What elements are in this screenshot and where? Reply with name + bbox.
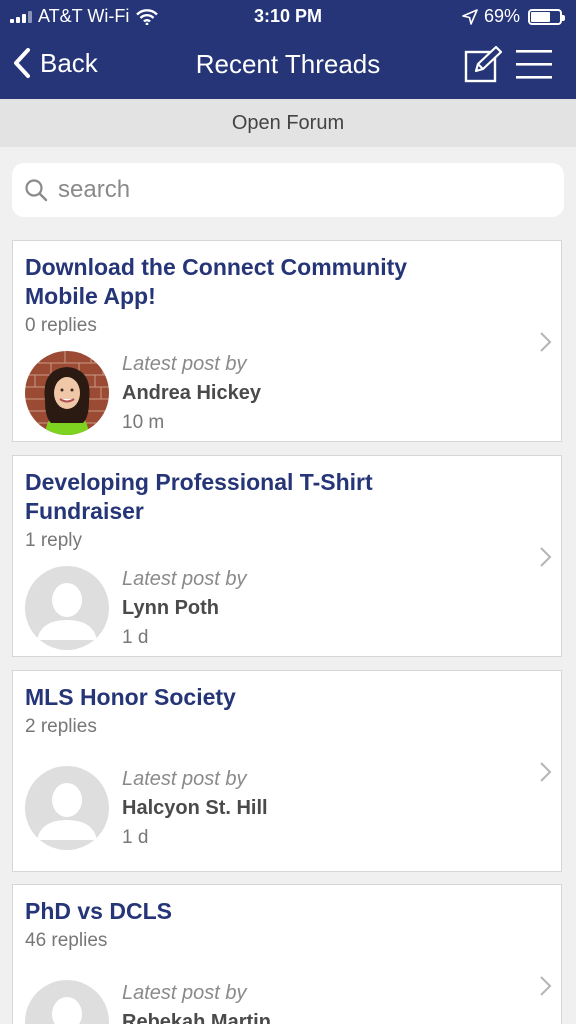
thread-card[interactable]: Download the Connect Community Mobile Ap… <box>12 240 562 442</box>
post-time: 10 m <box>122 412 165 433</box>
search-input[interactable] <box>58 176 538 204</box>
location-icon <box>462 8 478 25</box>
battery-percent: 69% <box>483 6 520 26</box>
chevron-right-icon <box>540 547 552 567</box>
thread-title: MLS Honor Society <box>25 684 236 710</box>
forum-name: Open Forum <box>0 99 576 147</box>
author-name: Andrea Hickey <box>122 382 261 404</box>
hamburger-menu-icon[interactable] <box>516 47 552 81</box>
reply-count: 2 replies <box>25 716 97 737</box>
latest-post-label: Latest post by <box>122 568 247 590</box>
avatar <box>25 980 109 1024</box>
search-icon <box>25 179 48 202</box>
post-time: 1 d <box>122 827 149 848</box>
status-right: 69% <box>462 6 565 27</box>
author-name: Halcyon St. Hill <box>122 797 268 819</box>
latest-post-label: Latest post by <box>122 982 247 1004</box>
thread-card[interactable]: PhD vs DCLS 46 replies Latest post by Re… <box>12 884 562 1024</box>
thread-title: Developing Professional T-Shirt Fundrais… <box>25 469 373 524</box>
author-name: Lynn Poth <box>122 597 220 619</box>
avatar-photo <box>25 351 109 435</box>
chevron-right-icon <box>540 332 552 352</box>
battery-icon <box>528 8 565 25</box>
avatar-placeholder-icon <box>25 566 109 650</box>
search-bar[interactable] <box>12 163 564 217</box>
thread-title: PhD vs DCLS <box>25 898 172 924</box>
latest-post-label: Latest post by <box>122 768 247 790</box>
back-button[interactable]: Back <box>12 47 98 79</box>
chevron-right-icon <box>540 976 552 996</box>
author-name: Rebekah Martin <box>122 1011 271 1024</box>
thread-title: Download the Connect Community Mobile Ap… <box>25 254 408 309</box>
avatar <box>25 766 109 850</box>
reply-count: 1 reply <box>25 530 83 551</box>
latest-post-label: Latest post by <box>122 353 247 375</box>
reply-count: 46 replies <box>25 930 108 951</box>
avatar <box>25 351 109 435</box>
post-time: 1 d <box>122 627 149 648</box>
reply-count: 0 replies <box>25 315 97 336</box>
nav-bar: Back Recent Threads <box>0 33 576 99</box>
compose-icon[interactable] <box>464 45 502 83</box>
status-bar: AT&T Wi-Fi 3:10 PM 69% <box>0 0 576 33</box>
thread-card[interactable]: Developing Professional T-Shirt Fundrais… <box>12 455 562 657</box>
avatar-placeholder-icon <box>25 980 109 1024</box>
chevron-right-icon <box>540 762 552 782</box>
avatar <box>25 566 109 650</box>
avatar-placeholder-icon <box>25 766 109 850</box>
back-chevron-icon <box>14 48 30 78</box>
thread-card[interactable]: MLS Honor Society 2 replies Latest post … <box>12 670 562 872</box>
back-label: Back <box>40 47 98 78</box>
